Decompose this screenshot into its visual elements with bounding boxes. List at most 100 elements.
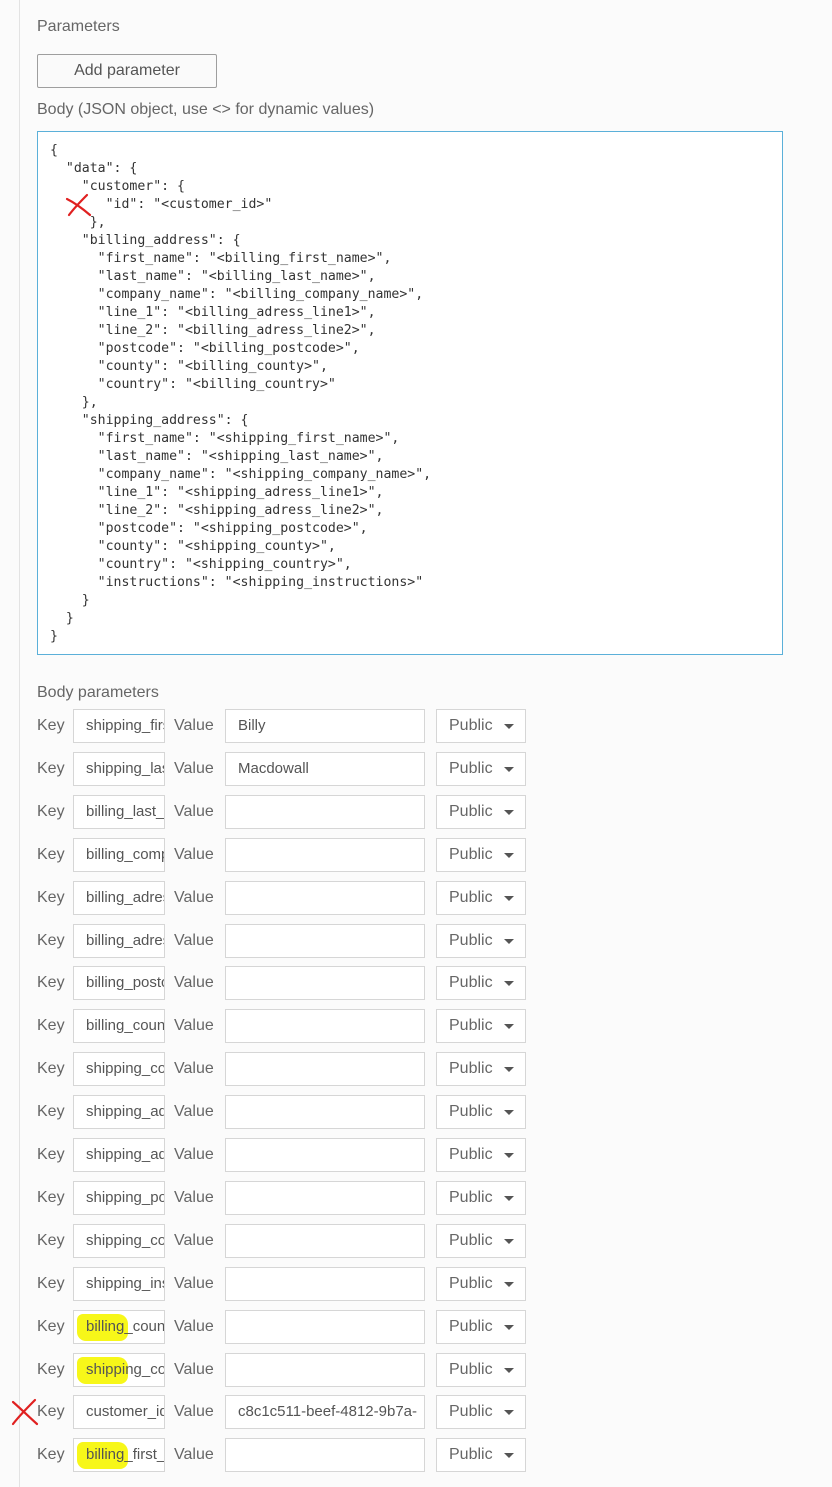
json-body-editor[interactable]: { "data": { "customer": { "id": "<custom… <box>37 131 783 655</box>
parameter-key-input[interactable]: shipping_last_name <box>73 752 165 786</box>
value-label: Value <box>174 1361 214 1378</box>
parameter-key-input[interactable]: billing_country <box>73 1310 165 1344</box>
key-label: Key <box>37 1103 65 1120</box>
parameter-key-input[interactable]: shipping_instructions <box>73 1267 165 1301</box>
caret-down-icon <box>504 1024 514 1029</box>
visibility-select[interactable]: Public <box>436 1310 526 1344</box>
annotation-x-mark-row <box>11 1398 39 1426</box>
parameter-key-input[interactable]: shipping_first_name <box>73 709 165 743</box>
parameter-key-input[interactable]: billing_postcode <box>73 966 165 1000</box>
parameter-value-input[interactable] <box>225 1095 425 1129</box>
caret-down-icon <box>504 767 514 772</box>
visibility-select[interactable]: Public <box>436 966 526 1000</box>
value-label: Value <box>174 1318 214 1335</box>
parameter-value-input[interactable] <box>225 1181 425 1215</box>
visibility-select[interactable]: Public <box>436 1438 526 1472</box>
parameter-key-input[interactable]: shipping_adress_line2 <box>73 1138 165 1172</box>
visibility-select[interactable]: Public <box>436 881 526 915</box>
parameter-key-input[interactable]: billing_company_name <box>73 838 165 872</box>
parameter-value-input[interactable] <box>225 1224 425 1258</box>
visibility-select[interactable]: Public <box>436 709 526 743</box>
annotation-x-mark-editor <box>65 193 92 217</box>
visibility-select[interactable]: Public <box>436 924 526 958</box>
key-label: Key <box>37 1017 65 1034</box>
visibility-select[interactable]: Public <box>436 1009 526 1043</box>
visibility-select[interactable]: Public <box>436 1138 526 1172</box>
caret-down-icon <box>504 853 514 858</box>
visibility-select-label: Public <box>449 1103 493 1120</box>
visibility-select[interactable]: Public <box>436 1395 526 1429</box>
parameter-value-input[interactable] <box>225 838 425 872</box>
value-label: Value <box>174 1446 214 1463</box>
key-label: Key <box>37 846 65 863</box>
visibility-select[interactable]: Public <box>436 838 526 872</box>
visibility-select-label: Public <box>449 1017 493 1034</box>
panel-left-border <box>19 0 20 1487</box>
parameter-key-text: shipping_adress_line1 <box>86 1103 164 1120</box>
visibility-select[interactable]: Public <box>436 1181 526 1215</box>
parameter-key-text: shipping_postcode <box>86 1189 164 1206</box>
caret-down-icon <box>504 1410 514 1415</box>
parameter-key-text: billing_county <box>86 1017 165 1034</box>
visibility-select[interactable]: Public <box>436 1267 526 1301</box>
caret-down-icon <box>504 1110 514 1115</box>
parameter-key-input[interactable]: shipping_company_name <box>73 1052 165 1086</box>
value-label: Value <box>174 1017 214 1034</box>
parameter-key-input[interactable]: shipping_county <box>73 1224 165 1258</box>
key-label: Key <box>37 1232 65 1249</box>
parameter-key-input[interactable]: billing_first_name <box>73 1438 165 1472</box>
parameter-key-input[interactable]: customer_id <box>73 1395 165 1429</box>
parameter-key-input[interactable]: billing_adress_line1 <box>73 881 165 915</box>
parameter-key-input[interactable]: billing_county <box>73 1009 165 1043</box>
parameter-value-input[interactable] <box>225 1052 425 1086</box>
parameters-heading: Parameters <box>37 18 120 35</box>
parameter-value-input[interactable] <box>225 924 425 958</box>
visibility-select[interactable]: Public <box>436 1095 526 1129</box>
parameter-value-input[interactable] <box>225 1138 425 1172</box>
parameter-key-text: billing_adress_line2 <box>86 932 164 949</box>
parameter-value-input[interactable] <box>225 1438 425 1472</box>
parameter-value-input[interactable]: Macdowall <box>225 752 425 786</box>
key-label: Key <box>37 1403 65 1420</box>
parameter-value-input[interactable] <box>225 1267 425 1301</box>
visibility-select[interactable]: Public <box>436 1353 526 1387</box>
parameter-value-input[interactable] <box>225 1310 425 1344</box>
caret-down-icon <box>504 810 514 815</box>
visibility-select-label: Public <box>449 1189 493 1206</box>
visibility-select[interactable]: Public <box>436 752 526 786</box>
visibility-select-label: Public <box>449 1060 493 1077</box>
parameter-key-text: shipping_company_name <box>86 1060 164 1077</box>
parameter-value-input[interactable] <box>225 1353 425 1387</box>
parameter-key-text: billing_last_name <box>86 803 165 820</box>
visibility-select-label: Public <box>449 1275 493 1292</box>
parameter-key-input[interactable]: billing_adress_line2 <box>73 924 165 958</box>
parameter-value-input[interactable] <box>225 795 425 829</box>
value-label: Value <box>174 760 214 777</box>
caret-down-icon <box>504 724 514 729</box>
parameter-key-input[interactable]: shipping_country <box>73 1353 165 1387</box>
parameter-key-text: billing_first_name <box>86 1446 165 1463</box>
value-label: Value <box>174 1275 214 1292</box>
parameter-value-input[interactable] <box>225 881 425 915</box>
value-label: Value <box>174 889 214 906</box>
parameter-value-input[interactable]: Billy <box>225 709 425 743</box>
parameter-key-input[interactable]: billing_last_name <box>73 795 165 829</box>
add-parameter-button[interactable]: Add parameter <box>37 54 217 88</box>
key-label: Key <box>37 1275 65 1292</box>
parameter-key-input[interactable]: shipping_adress_line1 <box>73 1095 165 1129</box>
parameter-value-input[interactable]: c8c1c511-beef-4812-9b7a- <box>225 1395 425 1429</box>
value-label: Value <box>174 803 214 820</box>
value-label: Value <box>174 1060 214 1077</box>
parameter-value-input[interactable] <box>225 966 425 1000</box>
parameter-key-input[interactable]: shipping_postcode <box>73 1181 165 1215</box>
value-label: Value <box>174 846 214 863</box>
parameter-key-text: billing_company_name <box>86 846 164 863</box>
visibility-select[interactable]: Public <box>436 1224 526 1258</box>
parameter-value-input[interactable] <box>225 1009 425 1043</box>
value-label: Value <box>174 1146 214 1163</box>
visibility-select[interactable]: Public <box>436 795 526 829</box>
visibility-select-label: Public <box>449 932 493 949</box>
visibility-select-label: Public <box>449 1146 493 1163</box>
caret-down-icon <box>504 1453 514 1458</box>
visibility-select[interactable]: Public <box>436 1052 526 1086</box>
